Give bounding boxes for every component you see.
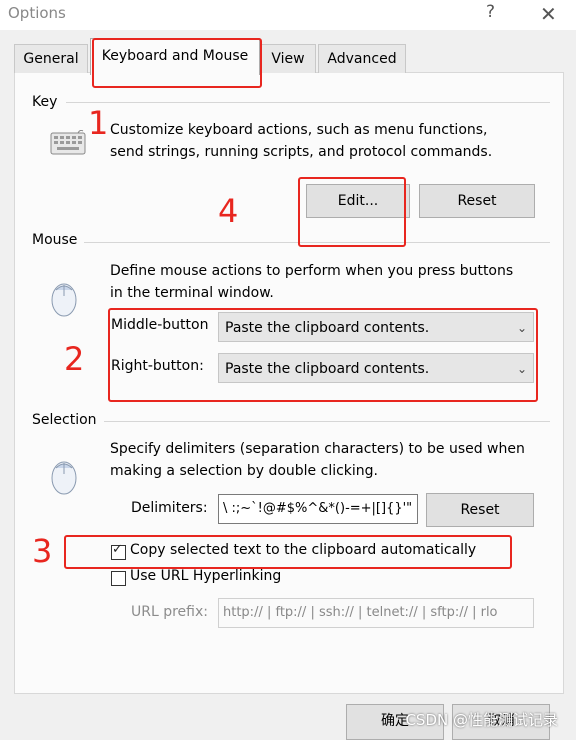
annotation-number-4: 4 xyxy=(218,192,239,230)
title-bar: Options ? ✕ xyxy=(0,0,576,30)
url-hyperlinking-label[interactable]: Use URL Hyperlinking xyxy=(130,568,281,584)
mouse-description: Define mouse actions to perform when you… xyxy=(110,260,513,304)
window-title: Options xyxy=(8,4,66,22)
selection-description: Specify delimiters (separation character… xyxy=(110,438,525,482)
keyboard-icon xyxy=(50,130,86,155)
selection-group-label: Selection xyxy=(32,412,97,428)
url-prefix-input[interactable]: http:// | ftp:// | ssh:// | telnet:// | … xyxy=(218,598,534,628)
annotation-number-3: 3 xyxy=(32,532,53,570)
selection-desc-line1: Specify delimiters (separation character… xyxy=(110,441,525,457)
key-divider xyxy=(66,102,550,103)
annotation-box-mouse xyxy=(108,308,538,402)
key-desc-line1: Customize keyboard actions, such as menu… xyxy=(110,122,488,138)
tab-advanced[interactable]: Advanced xyxy=(318,44,406,73)
annotation-box-copy xyxy=(64,535,512,569)
mouse-icon xyxy=(51,461,77,495)
help-icon[interactable]: ? xyxy=(486,2,495,22)
key-description: Customize keyboard actions, such as menu… xyxy=(110,119,492,163)
url-prefix-label: URL prefix: xyxy=(131,604,208,620)
url-hyperlinking-checkbox[interactable] xyxy=(111,571,126,586)
mouse-desc-line2: in the terminal window. xyxy=(110,285,274,301)
key-reset-button[interactable]: Reset xyxy=(419,184,535,218)
annotation-box-edit xyxy=(298,177,406,247)
selection-reset-button[interactable]: Reset xyxy=(426,493,534,527)
selection-desc-line2: making a selection by double clicking. xyxy=(110,463,378,479)
mouse-icon xyxy=(51,283,77,317)
mouse-desc-line1: Define mouse actions to perform when you… xyxy=(110,263,514,279)
selection-divider xyxy=(104,421,550,422)
key-group-label: Key xyxy=(32,94,58,110)
mouse-group-label: Mouse xyxy=(32,232,78,248)
tab-view[interactable]: View xyxy=(260,44,316,73)
tab-general[interactable]: General xyxy=(14,44,88,73)
annotation-box-tab xyxy=(92,38,262,88)
watermark-text: CSDN @性能测试记录 xyxy=(405,711,558,729)
delimiters-label: Delimiters: xyxy=(131,500,208,516)
annotation-number-2: 2 xyxy=(64,340,85,378)
close-icon[interactable]: ✕ xyxy=(540,2,557,26)
annotation-number-1: 1 xyxy=(88,104,109,142)
delimiters-input[interactable]: \ :;~`!@#$%^&*()-=+|[]{}'" xyxy=(218,494,418,524)
key-desc-line2: send strings, running scripts, and proto… xyxy=(110,144,493,160)
